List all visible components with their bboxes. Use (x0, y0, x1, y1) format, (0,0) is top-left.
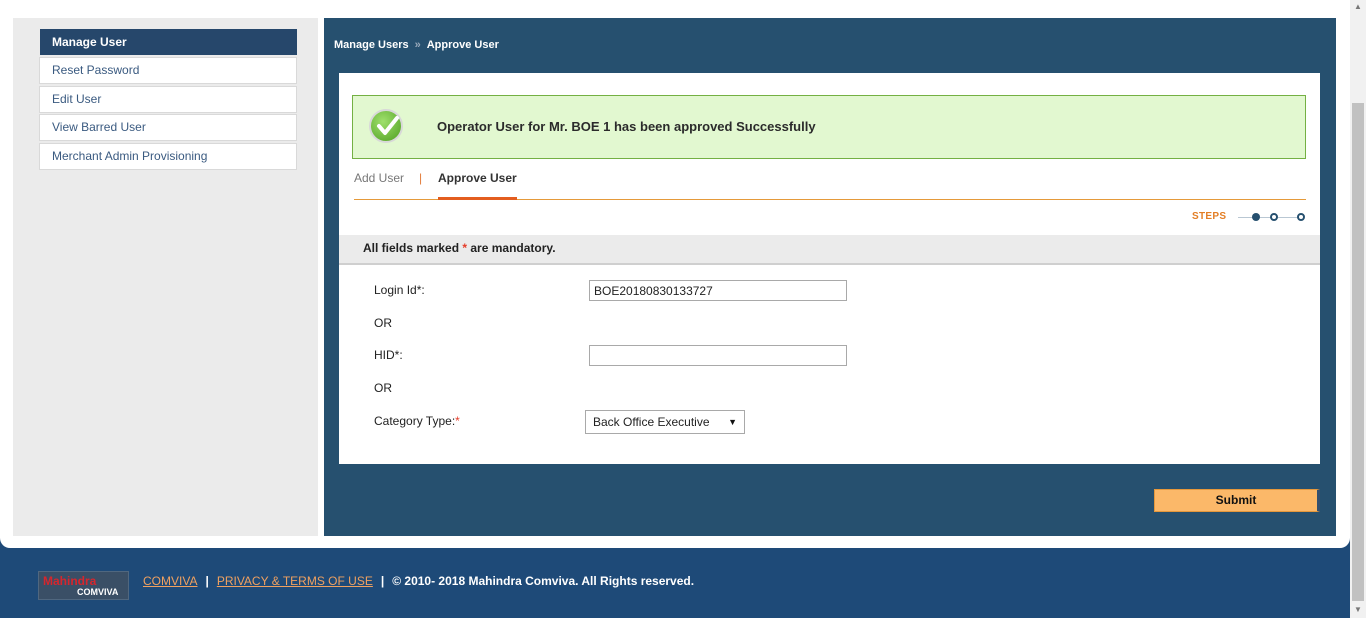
category-type-label-text: Category Type: (374, 414, 456, 428)
or-separator-2: OR (374, 381, 392, 395)
sidebar-item-edit-user[interactable]: Edit User (39, 86, 297, 113)
privacy-terms-link[interactable]: PRIVACY & TERMS OF USE (217, 574, 373, 588)
steps-label: STEPS (1192, 211, 1227, 222)
mahindra-comviva-logo: Mahindra COMVIVA (38, 571, 129, 600)
content-card: Operator User for Mr. BOE 1 has been app… (339, 73, 1320, 464)
step-1-dot-icon (1252, 213, 1260, 221)
sidebar: Manage User Reset Password Edit User Vie… (13, 18, 318, 536)
tab-add-user[interactable]: Add User (354, 171, 404, 186)
footer-text: COMVIVA | PRIVACY & TERMS OF USE | © 2010- 2… (143, 574, 694, 588)
breadcrumb-separator-icon: » (414, 39, 421, 51)
mandatory-notice: All fields marked * are mandatory. (339, 235, 1320, 265)
chevron-down-icon: ▼ (728, 417, 737, 427)
tab-approve-user[interactable]: Approve User (438, 171, 517, 200)
sidebar-item-merchant-admin-provisioning[interactable]: Merchant Admin Provisioning (39, 143, 297, 170)
submit-button[interactable]: Submit (1154, 489, 1320, 512)
sidebar-item-view-barred-user[interactable]: View Barred User (39, 114, 297, 141)
login-id-input[interactable] (589, 280, 847, 301)
footer-separator: | (380, 574, 385, 588)
logo-text-top: Mahindra (43, 574, 97, 588)
category-type-select[interactable]: Back Office Executive ▼ (585, 410, 745, 434)
breadcrumb-manage-users[interactable]: Manage Users (334, 39, 409, 51)
scroll-down-icon[interactable]: ▼ (1354, 605, 1362, 614)
breadcrumb-approve-user: Approve User (426, 39, 499, 51)
tab-separator: | (419, 171, 423, 185)
category-type-value: Back Office Executive (593, 415, 710, 429)
or-separator-1: OR (374, 316, 392, 330)
tabs: Add User | Approve User (354, 171, 1306, 200)
sidebar-header-manage-user[interactable]: Manage User (40, 29, 297, 55)
success-alert: Operator User for Mr. BOE 1 has been app… (352, 95, 1306, 159)
check-icon (369, 109, 403, 143)
scrollbar-thumb[interactable] (1352, 103, 1364, 601)
comviva-link[interactable]: COMVIVA (143, 574, 197, 588)
footer: Mahindra COMVIVA COMVIVA | PRIVACY & TERMS… (0, 548, 1350, 618)
logo-text-bottom: COMVIVA (77, 587, 119, 597)
category-type-label: Category Type:* (374, 414, 460, 428)
hid-label: HID*: (374, 348, 403, 362)
mandatory-text-suffix: are mandatory. (467, 241, 556, 255)
vertical-scrollbar[interactable]: ▲ ▼ (1350, 0, 1366, 618)
hid-input[interactable] (589, 345, 847, 366)
step-2-dot-icon (1270, 213, 1278, 221)
mandatory-text: All fields marked (363, 241, 463, 255)
scroll-up-icon[interactable]: ▲ (1354, 2, 1362, 11)
breadcrumb: Manage Users » Approve User (334, 39, 499, 51)
main-panel: Manage Users » Approve User Operator User … (324, 18, 1336, 536)
success-message: Operator User for Mr. BOE 1 has been app… (437, 119, 816, 134)
page-card: Manage User Reset Password Edit User Vie… (0, 0, 1350, 548)
step-3-dot-icon (1297, 213, 1305, 221)
required-star: * (455, 414, 460, 428)
login-id-label: Login Id*: (374, 283, 425, 297)
copyright-text: © 2010- 2018 Mahindra Comviva. All Right… (392, 574, 695, 588)
sidebar-item-reset-password[interactable]: Reset Password (39, 57, 297, 84)
footer-separator: | (205, 574, 209, 588)
